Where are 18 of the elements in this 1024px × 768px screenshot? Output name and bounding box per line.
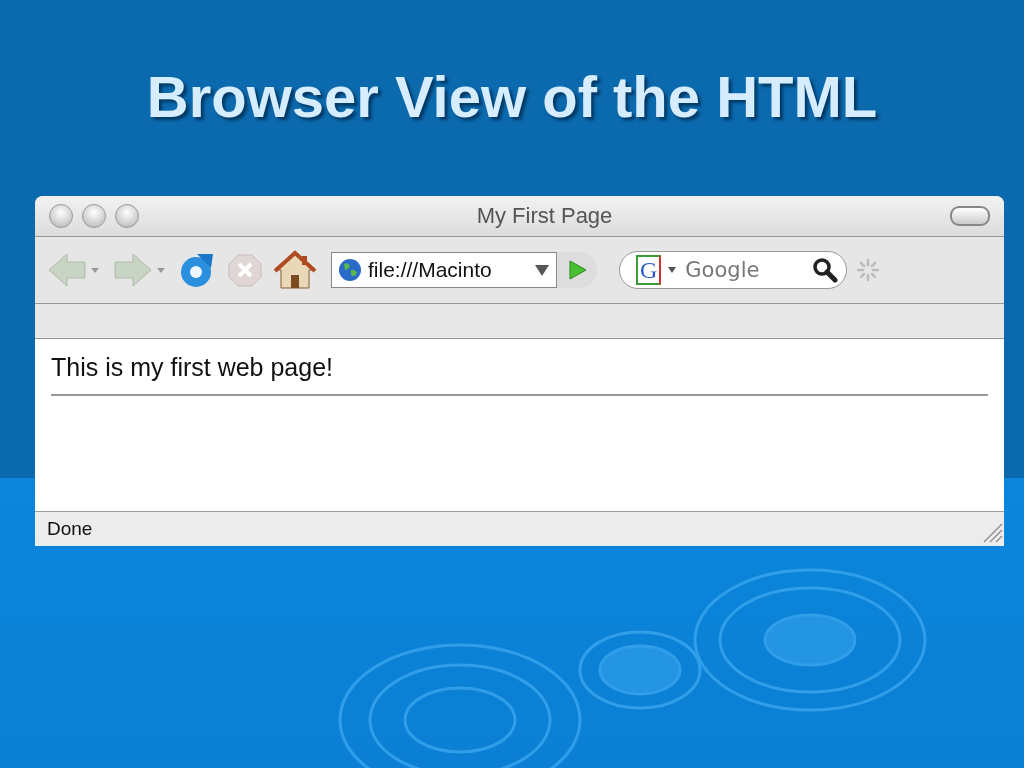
home-icon[interactable]: [273, 250, 317, 290]
minimize-window-button[interactable]: [82, 204, 106, 228]
zoom-window-button[interactable]: [115, 204, 139, 228]
close-window-button[interactable]: [49, 204, 73, 228]
globe-icon: [338, 258, 362, 282]
page-text: This is my first web page!: [51, 353, 335, 382]
dropdown-arrow-icon[interactable]: [667, 265, 678, 275]
search-input[interactable]: Google: [683, 257, 806, 283]
status-text: Done: [47, 518, 93, 540]
address-field[interactable]: file:///Macinto: [331, 252, 557, 288]
slide-title: Browser View of the HTML: [145, 63, 879, 131]
loading-spinner-icon: [855, 257, 881, 283]
dropdown-arrow-icon[interactable]: [534, 263, 550, 277]
search-field[interactable]: G Google: [619, 251, 847, 289]
search-icon[interactable]: [812, 257, 838, 283]
toolbar-toggle-button[interactable]: [950, 206, 990, 226]
window-title: My First Page: [475, 203, 614, 229]
search-engine-logo[interactable]: G: [636, 255, 662, 285]
